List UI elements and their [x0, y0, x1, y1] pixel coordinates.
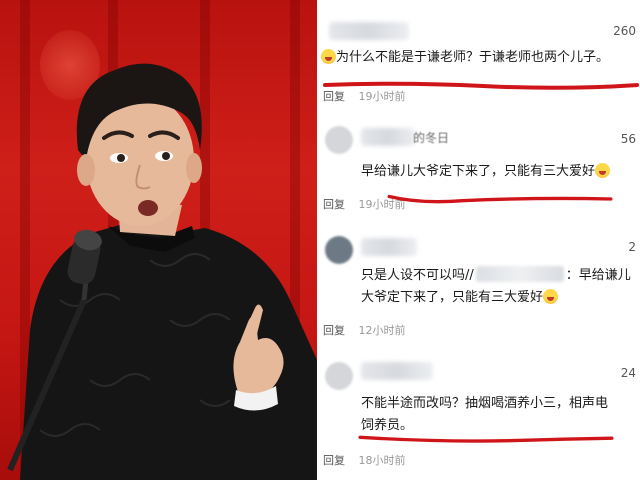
avatar[interactable]	[325, 362, 353, 390]
username-blurred	[361, 238, 417, 256]
comment-item: 2 只是人设不可以吗//：早给谦儿 大爷定下来了，只能有三大爱好 回复 12小时…	[317, 222, 640, 342]
comment-item: 260 为什么不能是于谦老师？于谦老师也两个儿子。 回复 19小时前	[317, 0, 640, 110]
username-partial: 的冬日	[413, 131, 450, 145]
comment-text: 早给谦儿大爷定下来了，只能有三大爱好	[361, 160, 636, 184]
comment-text: 不能半途而改吗？抽烟喝酒养小三，相声电	[361, 396, 609, 411]
red-underline	[358, 435, 614, 443]
crying-laughing-emoji-icon	[321, 49, 336, 64]
comment-list: 260 为什么不能是于谦老师？于谦老师也两个儿子。 回复 19小时前 的冬日 5…	[317, 0, 640, 480]
reply-button[interactable]: 回复	[323, 454, 345, 467]
ear	[186, 153, 202, 183]
comment-meta: 回复 12小时前	[323, 322, 406, 338]
performer-photo	[0, 0, 317, 480]
comment-text: 只是人设不可以吗//：早给谦儿	[361, 266, 631, 283]
username-blurred	[361, 128, 415, 146]
timestamp: 12小时前	[358, 324, 406, 337]
like-count[interactable]: 260	[613, 24, 636, 38]
comment-meta: 回复 18小时前	[323, 452, 406, 468]
laughing-emoji-icon	[595, 163, 611, 178]
comment-item: 24 不能半途而改吗？抽烟喝酒养小三，相声电 饲养员。 回复 18小时前	[317, 348, 640, 480]
ear	[77, 154, 95, 186]
timestamp: 18小时前	[358, 454, 406, 467]
comment-meta: 回复 19小时前	[323, 88, 406, 104]
like-count[interactable]: 24	[621, 366, 636, 380]
avatar[interactable]	[325, 236, 353, 264]
like-count[interactable]: 2	[628, 240, 636, 254]
timestamp: 19小时前	[358, 90, 406, 103]
reply-button[interactable]: 回复	[323, 198, 345, 211]
reply-button[interactable]: 回复	[323, 90, 345, 103]
laughing-emoji-icon	[543, 289, 559, 304]
like-count[interactable]: 56	[621, 132, 636, 146]
avatar[interactable]	[325, 126, 353, 154]
reply-button[interactable]: 回复	[323, 324, 345, 337]
comment-text: 为什么不能是于谦老师？于谦老师也两个儿子。	[321, 46, 636, 70]
mouth	[138, 200, 158, 216]
comment-text-line2: 大爷定下来了，只能有三大爱好	[361, 286, 636, 310]
username-blurred	[361, 362, 433, 380]
comment-item: 的冬日 56 早给谦儿大爷定下来了，只能有三大爱好 回复 19小时前	[317, 110, 640, 222]
performer-figure	[7, 63, 317, 480]
red-underline	[387, 194, 613, 204]
username-blurred	[329, 22, 409, 40]
mention-blurred	[475, 266, 564, 282]
